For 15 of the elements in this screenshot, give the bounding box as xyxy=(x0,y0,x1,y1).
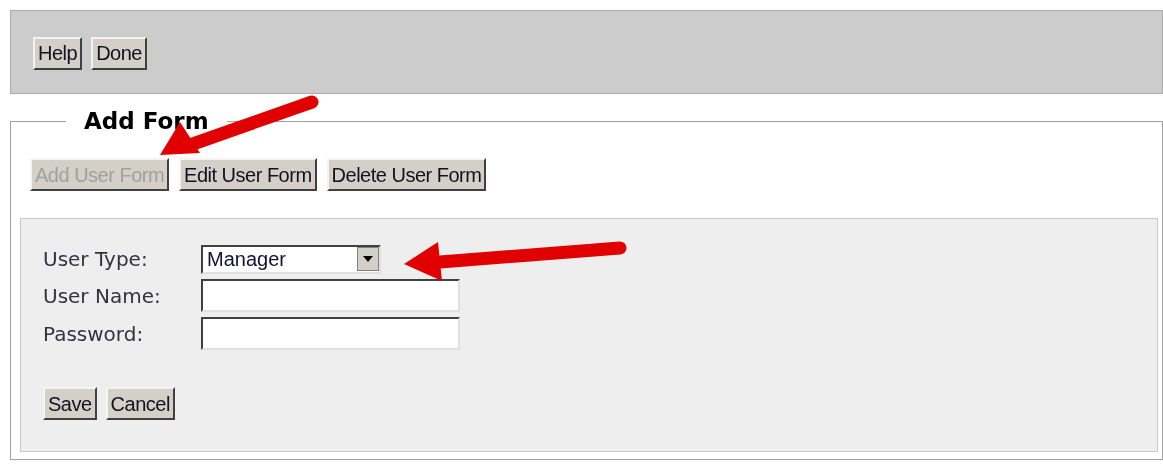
form-button[interactable]: Help xyxy=(33,36,83,70)
select-value: Manager xyxy=(206,247,287,272)
caret-icon xyxy=(357,247,379,271)
form-button[interactable]: Cancel xyxy=(105,387,175,420)
user-type-select[interactable]: Manager xyxy=(201,244,381,274)
field-label: User Type: xyxy=(43,246,149,273)
input-field[interactable] xyxy=(201,279,460,312)
form-legend: Add Form xyxy=(66,110,227,133)
form-button[interactable]: Delete User Form xyxy=(326,158,487,191)
form-button[interactable]: Done xyxy=(91,36,147,70)
field-label: User Name: xyxy=(43,282,162,310)
field-label: Password: xyxy=(43,320,145,348)
form-button[interactable]: Save xyxy=(43,387,97,420)
input-field[interactable] xyxy=(201,317,460,350)
form-button[interactable]: Edit User Form xyxy=(179,158,317,191)
